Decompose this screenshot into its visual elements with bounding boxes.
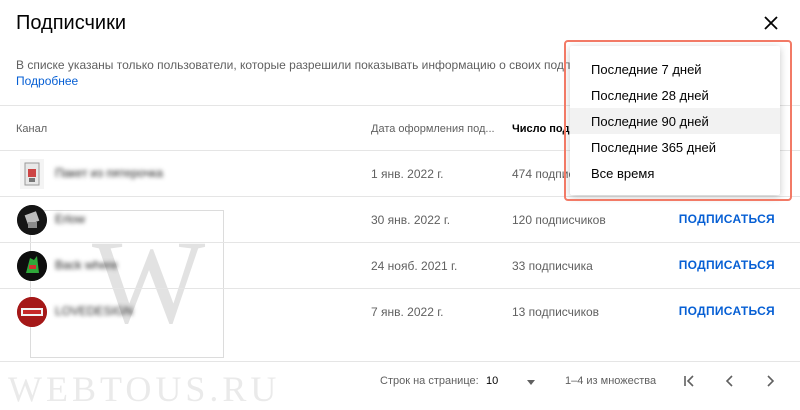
subscriber-count: 33 подписчика bbox=[512, 259, 593, 273]
avatar[interactable] bbox=[17, 251, 47, 281]
subscriber-count: 120 подписчиков bbox=[512, 213, 606, 227]
rows-per-page-label: Строк на странице: bbox=[380, 375, 479, 387]
table-row: Back where 24 нояб. 2021 г. 33 подписчик… bbox=[0, 243, 800, 289]
subscriber-count: 13 подписчиков bbox=[512, 305, 600, 319]
subscribe-button[interactable]: ПОДПИСАТЬСЯ bbox=[679, 258, 775, 272]
first-page-icon[interactable] bbox=[680, 372, 698, 390]
channel-name[interactable]: Back where bbox=[55, 258, 118, 272]
page-range: 1–4 из множества bbox=[565, 375, 657, 387]
subscription-date: 7 янв. 2022 г. bbox=[371, 305, 444, 319]
header-date[interactable]: Дата оформления под... bbox=[371, 123, 495, 135]
close-icon[interactable] bbox=[762, 14, 780, 32]
header-channel[interactable]: Канал bbox=[16, 123, 47, 135]
channel-name[interactable]: Erlow bbox=[55, 212, 85, 226]
divider bbox=[0, 361, 800, 362]
subscription-date: 1 янв. 2022 г. bbox=[371, 167, 444, 181]
table-row: LOVEDESIGN 7 янв. 2022 г. 13 подписчиков… bbox=[0, 289, 800, 335]
dialog-title: Подписчики bbox=[16, 12, 127, 34]
table-row: Erlow 30 янв. 2022 г. 120 подписчиков ПО… bbox=[0, 197, 800, 243]
avatar[interactable] bbox=[17, 297, 47, 327]
rows-per-page-select[interactable]: 10 bbox=[486, 375, 498, 387]
subscription-date: 30 янв. 2022 г. bbox=[371, 213, 451, 227]
next-page-icon[interactable] bbox=[761, 372, 779, 390]
subscribe-button[interactable]: ПОДПИСАТЬСЯ bbox=[679, 212, 775, 226]
watermark-text: WEBTOUS.RU bbox=[8, 369, 281, 409]
info-text: В списке указаны только пользователи, ко… bbox=[16, 58, 605, 72]
channel-name[interactable]: LOVEDESIGN bbox=[55, 304, 133, 318]
highlight-frame bbox=[564, 40, 792, 201]
prev-page-icon[interactable] bbox=[721, 372, 739, 390]
avatar[interactable] bbox=[20, 159, 44, 189]
dropdown-caret-icon[interactable] bbox=[527, 380, 535, 385]
subscribe-button[interactable]: ПОДПИСАТЬСЯ bbox=[679, 304, 775, 318]
avatar[interactable] bbox=[17, 205, 47, 235]
more-link[interactable]: Подробнее bbox=[16, 74, 78, 88]
subscription-date: 24 нояб. 2021 г. bbox=[371, 259, 458, 273]
channel-name[interactable]: Пакет из пятерочка bbox=[55, 166, 163, 180]
